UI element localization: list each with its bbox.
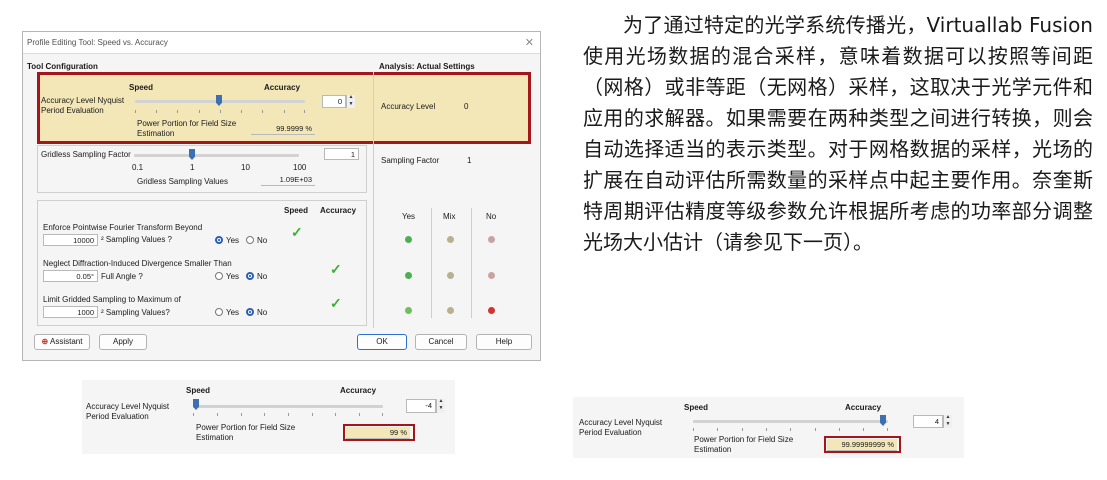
panel-right-accuracy-level-label: Accuracy Level Nyquist Period Evaluation: [579, 418, 663, 437]
row-2-label: Limit Gridded Sampling to Maximum of: [43, 295, 181, 304]
row-0-mix-dot: [447, 236, 454, 243]
row-0-yes-label: Yes: [226, 236, 240, 245]
analysis-col-sep-2: [471, 208, 472, 318]
power-portion-label: Power Portion for Field Size Estimation: [137, 119, 237, 138]
analysis-header: Analysis: Actual Settings: [379, 62, 475, 71]
accuracy-level-spinner[interactable]: ▲ ▼: [346, 95, 355, 108]
gridless-values-value: 1.09E+03: [261, 174, 315, 186]
gridless-tick-3: 100: [293, 163, 307, 172]
gridless-tick-2: 10: [241, 163, 250, 172]
accuracy-level-ticks: [135, 110, 305, 114]
gridless-tick-1: 1: [190, 163, 195, 172]
row-2-yes-radio[interactable]: [215, 308, 223, 316]
analysis-accuracy-level-label: Accuracy Level: [381, 102, 436, 111]
row-1-yes-dot: [405, 272, 412, 279]
apply-button[interactable]: Apply: [99, 334, 147, 350]
row-1-no-dot: [488, 272, 495, 279]
row-0-no-radio[interactable]: [246, 236, 254, 244]
row-1-unit: Full Angle ?: [101, 272, 143, 281]
accuracy-level-label: Accuracy Level Nyquist Period Evaluation: [41, 96, 125, 115]
gridless-tick-0: 0.1: [132, 163, 144, 172]
analysis-col-sep-1: [431, 208, 432, 318]
analysis-separator: [373, 72, 374, 328]
panel-left-accuracy-level-input[interactable]: -4: [406, 399, 436, 413]
row-0-no-label: No: [257, 236, 268, 245]
analysis-sampling-factor-label: Sampling Factor: [381, 156, 440, 165]
row-2-no-dot: [488, 307, 495, 314]
col-yes: Yes: [402, 212, 416, 221]
panel-right-spinner[interactable]: ▲ ▼: [943, 415, 952, 428]
row-2-no-radio[interactable]: [246, 308, 254, 316]
tool-configuration-header: Tool Configuration: [27, 62, 98, 71]
gridless-factor-label: Gridless Sampling Factor: [41, 150, 131, 159]
ok-button[interactable]: OK: [357, 334, 407, 350]
panel-right-slider-track[interactable]: [693, 420, 888, 423]
col-mix: Mix: [443, 212, 456, 221]
description-paragraph: 为了通过特定的光学系统传播光，Virtuallab Fusion 使用光场数据的…: [583, 13, 1093, 254]
panel-right-power-portion-highlight: [824, 436, 901, 453]
gridless-factor-slider-track[interactable]: [134, 154, 299, 157]
row-1-mix-dot: [447, 272, 454, 279]
row-2-mix-dot: [447, 307, 454, 314]
gridless-factor-input[interactable]: 1: [324, 148, 359, 160]
analysis-accuracy-level-value: 0: [464, 102, 469, 111]
panel-right-ticks: [693, 428, 888, 432]
row-0-unit: ² Sampling Values ?: [101, 235, 172, 244]
row-1-no-label: No: [257, 272, 268, 281]
panel-left-power-portion-label: Power Portion for Field Size Estimation: [196, 423, 296, 442]
col-accuracy: Accuracy: [320, 206, 357, 215]
row-2-no-label: No: [257, 308, 268, 317]
row-1-check-icon: ✓: [330, 261, 342, 277]
row-0-yes-radio[interactable]: [215, 236, 223, 244]
panel-right-speed-label: Speed: [684, 403, 709, 412]
speed-label: Speed: [129, 83, 154, 92]
panel-left-accuracy-level-label: Accuracy Level Nyquist Period Evaluation: [86, 402, 170, 421]
row-2-unit: ² Sampling Values?: [101, 308, 170, 317]
row-0-check-icon: ✓: [291, 224, 303, 240]
panel-left-ticks: [193, 413, 383, 417]
profile-editing-dialog: Profile Editing Tool: Speed vs. Accuracy…: [22, 31, 541, 361]
title-bar: Profile Editing Tool: Speed vs. Accuracy…: [23, 32, 540, 54]
row-0-yes-dot: [405, 236, 412, 243]
gridless-values-label: Gridless Sampling Values: [137, 177, 229, 186]
row-1-value-input[interactable]: 0.05°: [43, 270, 98, 282]
panel-left-power-portion-highlight: [343, 424, 415, 441]
cancel-button[interactable]: Cancel: [415, 334, 467, 350]
panel-right-accuracy-label: Accuracy: [845, 403, 882, 412]
accuracy-label: Accuracy: [264, 83, 301, 92]
row-0-value-input[interactable]: 10000: [43, 234, 98, 246]
panel-right-accuracy-level-input[interactable]: 4: [913, 415, 943, 428]
row-1-label: Neglect Diffraction-Induced Divergence S…: [43, 259, 232, 268]
panel-right-slider-thumb[interactable]: [880, 415, 886, 426]
panel-left-speed-label: Speed: [186, 386, 211, 395]
panel-left-spinner[interactable]: ▲ ▼: [436, 399, 445, 413]
col-no: No: [486, 212, 497, 221]
row-2-check-icon: ✓: [330, 295, 342, 311]
accuracy-level-input[interactable]: 0: [322, 95, 346, 108]
row-1-yes-radio[interactable]: [215, 272, 223, 280]
panel-left-slider-thumb[interactable]: [193, 399, 199, 410]
row-0-no-dot: [488, 236, 495, 243]
power-portion-value: 99.9999 %: [251, 123, 315, 135]
col-speed: Speed: [284, 206, 309, 215]
assistant-label: Assistant: [50, 337, 83, 346]
row-1-yes-label: Yes: [226, 272, 240, 281]
assistant-icon: ⊕: [41, 337, 49, 346]
panel-low-accuracy: Speed Accuracy Accuracy Level Nyquist Pe…: [82, 380, 455, 454]
panel-left-accuracy-label: Accuracy: [340, 386, 377, 395]
panel-left-slider-track[interactable]: [193, 405, 383, 408]
row-2-yes-label: Yes: [226, 308, 240, 317]
row-2-yes-dot: [405, 307, 412, 314]
dialog-title: Profile Editing Tool: Speed vs. Accuracy: [27, 38, 168, 47]
close-icon[interactable]: ✕: [525, 36, 534, 49]
row-2-value-input[interactable]: 1000: [43, 306, 98, 318]
panel-high-accuracy: Speed Accuracy Accuracy Level Nyquist Pe…: [573, 397, 964, 458]
help-button[interactable]: Help: [476, 334, 532, 350]
row-1-no-radio[interactable]: [246, 272, 254, 280]
row-0-label: Enforce Pointwise Fourier Transform Beyo…: [43, 223, 203, 232]
panel-right-power-portion-label: Power Portion for Field Size Estimation: [694, 435, 794, 454]
assistant-button[interactable]: ⊕ Assistant: [34, 334, 90, 350]
analysis-sampling-factor-value: 1: [467, 156, 472, 165]
